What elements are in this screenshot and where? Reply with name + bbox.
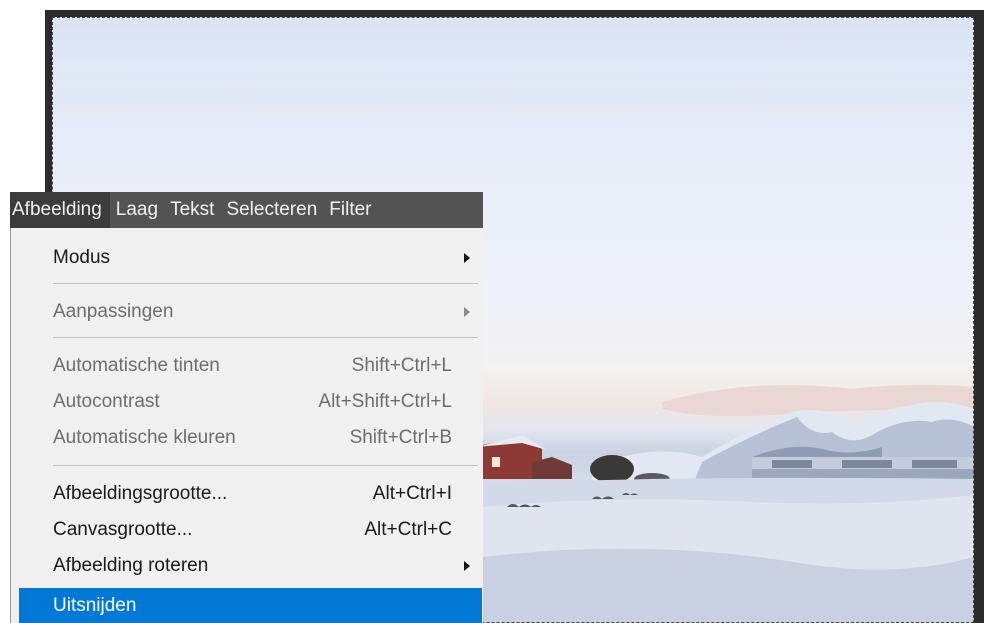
submenu-arrow-icon xyxy=(464,307,470,317)
menu-afbeelding[interactable]: Afbeelding xyxy=(10,192,110,228)
menu-separator xyxy=(53,465,478,466)
menu-item-label: Aanpassingen xyxy=(53,301,174,322)
menu-item-shortcut: Alt+Ctrl+I xyxy=(372,483,452,504)
menu-item-canvasgrootte[interactable]: Canvasgrootte... Alt+Ctrl+C xyxy=(19,514,482,546)
submenu-arrow-icon xyxy=(464,561,470,571)
menu-item-modus[interactable]: Modus xyxy=(19,242,482,274)
menu-selecteren[interactable]: Selecteren xyxy=(220,192,323,228)
menu-tekst[interactable]: Tekst xyxy=(164,192,220,228)
menu-item-label: Afbeelding roteren xyxy=(53,555,209,576)
menu-item-shortcut: Shift+Ctrl+B xyxy=(349,427,452,448)
menu-filter[interactable]: Filter xyxy=(323,192,377,228)
menu-item-label: Autocontrast xyxy=(53,391,160,412)
menu-item-label: Uitsnijden xyxy=(53,595,137,616)
afbeelding-dropdown-menu: Modus Aanpassingen Automatische tinten S… xyxy=(10,228,483,623)
menu-separator xyxy=(53,283,478,284)
menu-item-label: Afbeeldingsgrootte... xyxy=(53,483,228,504)
menu-item-label: Automatische kleuren xyxy=(53,427,236,448)
menu-item-label: Canvasgrootte... xyxy=(53,519,193,540)
menu-item-label: Modus xyxy=(53,247,111,268)
menu-item-aanpassingen[interactable]: Aanpassingen xyxy=(19,296,482,328)
menu-item-shortcut: Alt+Ctrl+C xyxy=(364,519,452,540)
menu-item-uitsnijden[interactable]: Uitsnijden xyxy=(19,588,482,623)
menu-item-automatische-tinten[interactable]: Automatische tinten Shift+Ctrl+L xyxy=(19,350,482,382)
menu-laag[interactable]: Laag xyxy=(110,192,164,228)
menu-item-automatische-kleuren[interactable]: Automatische kleuren Shift+Ctrl+B xyxy=(19,422,482,454)
menu-item-autocontrast[interactable]: Autocontrast Alt+Shift+Ctrl+L xyxy=(19,386,482,418)
submenu-arrow-icon xyxy=(464,253,470,263)
menu-item-label: Automatische tinten xyxy=(53,355,220,376)
menu-item-afbeelding-roteren[interactable]: Afbeelding roteren xyxy=(19,550,482,582)
menu-item-shortcut: Shift+Ctrl+L xyxy=(351,355,452,376)
menu-item-shortcut: Alt+Shift+Ctrl+L xyxy=(318,391,452,412)
menu-separator xyxy=(53,337,478,338)
menu-bar: Afbeelding Laag Tekst Selecteren Filter xyxy=(10,192,483,228)
menu-item-afbeeldingsgrootte[interactable]: Afbeeldingsgrootte... Alt+Ctrl+I xyxy=(19,478,482,510)
